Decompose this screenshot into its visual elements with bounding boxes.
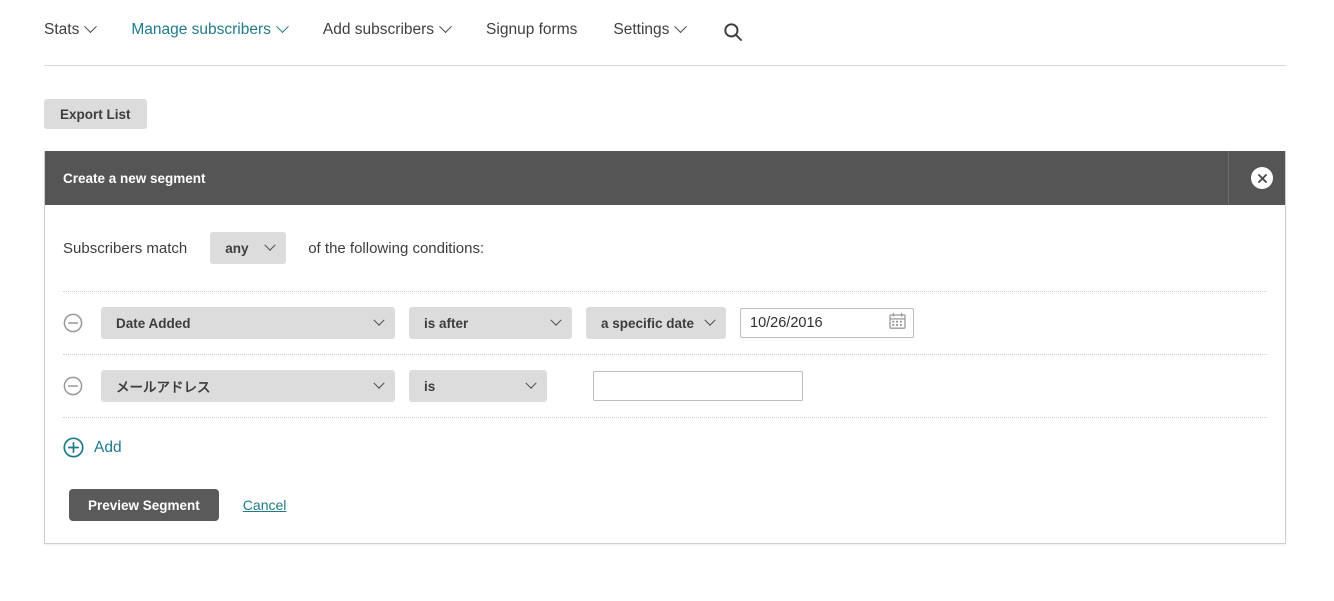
- panel-body: Subscribers match any of the following c…: [45, 205, 1285, 521]
- condition-date-type-value: a specific date: [601, 315, 695, 331]
- chevron-down-icon: [373, 314, 385, 326]
- minus-circle-icon[interactable]: [63, 313, 83, 333]
- minus-circle-icon[interactable]: [63, 376, 83, 396]
- close-panel-button[interactable]: [1251, 167, 1273, 189]
- nav-item-stats-label: Stats: [44, 21, 80, 38]
- condition-field-select[interactable]: メールアドレス: [101, 370, 395, 402]
- condition-operator-select[interactable]: is after: [409, 307, 572, 339]
- nav-item-settings[interactable]: Settings: [613, 20, 688, 38]
- nav-item-signup-forms[interactable]: Signup forms: [486, 22, 577, 38]
- nav-item-add-subscribers[interactable]: Add subscribers: [322, 20, 452, 38]
- close-icon: [1257, 173, 1267, 183]
- export-list-button[interactable]: Export List: [44, 99, 147, 129]
- condition-row: Date Added is after a specific date 10/2…: [63, 291, 1267, 354]
- match-type-select-value: any: [225, 240, 249, 256]
- match-type-select[interactable]: any: [210, 232, 287, 264]
- panel-header-divider: [1228, 151, 1229, 205]
- panel-title: Create a new segment: [63, 170, 206, 186]
- match-prefix-label: Subscribers match: [63, 239, 188, 257]
- preview-segment-button[interactable]: Preview Segment: [69, 489, 219, 521]
- nav-item-add-subscribers-label: Add subscribers: [322, 21, 435, 38]
- condition-field-value: Date Added: [116, 315, 191, 331]
- chevron-down-icon: [704, 314, 716, 326]
- search-icon: [724, 23, 743, 41]
- chevron-down-icon: [439, 20, 452, 34]
- main-navigation: Stats Manage subscribers Add subscribers…: [44, 20, 1286, 66]
- condition-field-value: メールアドレス: [116, 380, 211, 395]
- nav-item-manage-subscribers[interactable]: Manage subscribers: [131, 20, 289, 38]
- nav-item-signup-forms-label: Signup forms: [486, 21, 578, 38]
- panel-header: Create a new segment: [45, 151, 1285, 205]
- add-condition-row[interactable]: Add: [63, 417, 1267, 477]
- condition-date-input[interactable]: 10/26/2016: [740, 308, 914, 338]
- create-segment-panel: Create a new segment Subscribers match a…: [44, 151, 1286, 544]
- nav-item-stats[interactable]: Stats: [44, 20, 98, 38]
- chevron-down-icon: [550, 314, 562, 326]
- calendar-picker-button[interactable]: [889, 312, 906, 334]
- add-condition-label[interactable]: Add: [94, 439, 122, 457]
- nav-item-settings-label: Settings: [613, 21, 670, 38]
- nav-item-manage-subscribers-label: Manage subscribers: [131, 21, 271, 38]
- calendar-icon: [889, 312, 906, 329]
- chevron-down-icon: [373, 377, 385, 389]
- chevron-down-icon: [674, 20, 688, 34]
- condition-date-value: 10/26/2016: [750, 315, 823, 331]
- condition-field-select[interactable]: Date Added: [101, 307, 395, 339]
- chevron-down-icon: [525, 377, 537, 389]
- match-suffix-label: of the following conditions:: [308, 239, 485, 257]
- condition-operator-select[interactable]: is: [409, 370, 547, 402]
- match-conditions-row: Subscribers match any of the following c…: [63, 205, 1267, 291]
- condition-value-input[interactable]: [593, 371, 803, 401]
- chevron-down-icon: [84, 20, 98, 34]
- chevron-down-icon: [264, 239, 276, 251]
- condition-operator-value: is after: [424, 315, 469, 331]
- cancel-link[interactable]: Cancel: [243, 497, 287, 513]
- plus-circle-icon[interactable]: [63, 437, 84, 458]
- chevron-down-icon: [276, 20, 289, 34]
- panel-footer: Preview Segment Cancel: [63, 477, 1267, 521]
- condition-row: メールアドレス is: [63, 354, 1267, 417]
- condition-date-type-select[interactable]: a specific date: [586, 307, 726, 339]
- search-button[interactable]: [723, 22, 743, 42]
- condition-operator-value: is: [424, 378, 436, 394]
